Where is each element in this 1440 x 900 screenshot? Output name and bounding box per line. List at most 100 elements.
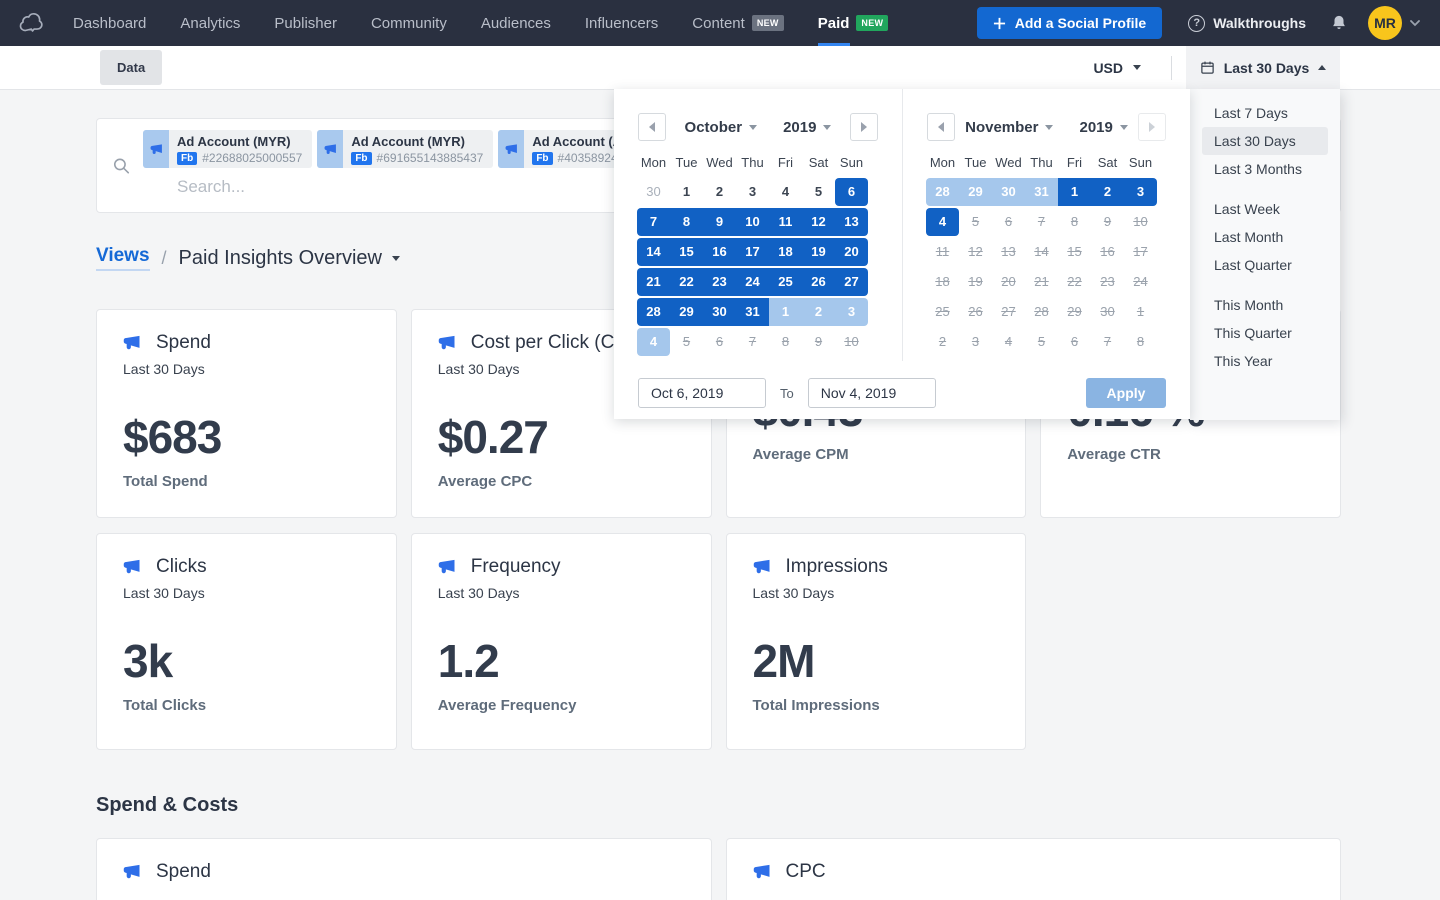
day-cell: 24 xyxy=(1124,268,1157,296)
day-cell[interactable]: 5 xyxy=(802,178,835,206)
day-cell[interactable]: 31 xyxy=(1025,178,1058,206)
app-logo-icon[interactable] xyxy=(16,7,48,39)
range-option-last-30-days[interactable]: Last 30 Days xyxy=(1202,127,1328,155)
next-month-button[interactable] xyxy=(850,113,878,141)
range-option-this-quarter[interactable]: This Quarter xyxy=(1202,319,1328,347)
range-option-last-7-days[interactable]: Last 7 Days xyxy=(1202,99,1328,127)
divider xyxy=(1171,56,1172,80)
day-cell[interactable]: 1 xyxy=(670,178,703,206)
day-cell[interactable]: 29 xyxy=(959,178,992,206)
day-cell[interactable]: 4 xyxy=(926,208,959,236)
day-cell[interactable]: 4 xyxy=(769,178,802,206)
day-cell[interactable]: 23 xyxy=(703,268,736,296)
day-cell[interactable]: 2 xyxy=(1091,178,1124,206)
end-date-input[interactable] xyxy=(808,378,936,408)
calendar-november: November2019MonTueWedThuFriSatSun2829303… xyxy=(902,89,1190,361)
nav-item-audiences[interactable]: Audiences xyxy=(481,0,551,46)
month-select[interactable]: October xyxy=(685,119,758,136)
day-cell[interactable]: 2 xyxy=(703,178,736,206)
avatar[interactable]: MR xyxy=(1368,6,1402,40)
day-cell[interactable]: 1 xyxy=(1058,178,1091,206)
nav-item-dashboard[interactable]: Dashboard xyxy=(73,0,146,46)
add-social-profile-button[interactable]: Add a Social Profile xyxy=(977,7,1162,39)
sub-toolbar: Data USD Last 30 Days xyxy=(0,46,1440,90)
day-cell[interactable]: 24 xyxy=(736,268,769,296)
search-input[interactable] xyxy=(177,177,577,197)
new-badge: NEW xyxy=(856,15,888,31)
view-title-dropdown[interactable]: Paid Insights Overview xyxy=(179,247,400,270)
walkthroughs-button[interactable]: ? Walkthroughs xyxy=(1188,15,1306,32)
day-cell[interactable]: 22 xyxy=(670,268,703,296)
nav-item-publisher[interactable]: Publisher xyxy=(274,0,337,46)
chevron-down-icon xyxy=(823,125,831,130)
year-select[interactable]: 2019 xyxy=(783,119,831,136)
day-cell[interactable]: 13 xyxy=(835,208,868,236)
day-cell[interactable]: 12 xyxy=(802,208,835,236)
day-cell[interactable]: 31 xyxy=(736,298,769,326)
account-chip[interactable]: Ad Account (MYR)Fb#22688025000557 xyxy=(143,130,312,168)
apply-button[interactable]: Apply xyxy=(1086,378,1166,408)
prev-month-button[interactable] xyxy=(638,113,666,141)
range-option-last-3-months[interactable]: Last 3 Months xyxy=(1202,155,1328,183)
month-select[interactable]: November xyxy=(965,119,1053,136)
day-cell: 28 xyxy=(1025,298,1058,326)
day-cell[interactable]: 10 xyxy=(736,208,769,236)
prev-month-button[interactable] xyxy=(927,113,955,141)
day-cell[interactable]: 29 xyxy=(670,298,703,326)
range-option-this-year[interactable]: This Year xyxy=(1202,347,1328,375)
day-cell: 25 xyxy=(926,298,959,326)
day-cell[interactable]: 19 xyxy=(802,238,835,266)
day-cell[interactable]: 28 xyxy=(637,298,670,326)
weekday-label: Tue xyxy=(670,155,703,170)
day-cell: 16 xyxy=(1091,238,1124,266)
nav-item-analytics[interactable]: Analytics xyxy=(180,0,240,46)
day-cell[interactable]: 6 xyxy=(835,178,868,206)
nav-item-influencers[interactable]: Influencers xyxy=(585,0,658,46)
day-cell[interactable]: 11 xyxy=(769,208,802,236)
day-cell[interactable]: 27 xyxy=(835,268,868,296)
day-cell[interactable]: 3 xyxy=(1124,178,1157,206)
nav-item-paid[interactable]: PaidNEW xyxy=(818,0,889,46)
day-cell[interactable]: 2 xyxy=(802,298,835,326)
currency-select[interactable]: USD xyxy=(1093,60,1141,76)
day-cell[interactable]: 30 xyxy=(703,298,736,326)
nav-item-community[interactable]: Community xyxy=(371,0,447,46)
day-cell[interactable]: 3 xyxy=(835,298,868,326)
range-option-last-month[interactable]: Last Month xyxy=(1202,223,1328,251)
range-option-this-month[interactable]: This Month xyxy=(1202,291,1328,319)
range-option-last-quarter[interactable]: Last Quarter xyxy=(1202,251,1328,279)
day-cell[interactable]: 21 xyxy=(637,268,670,296)
user-menu[interactable]: MR xyxy=(1368,6,1420,40)
range-option-last-week[interactable]: Last Week xyxy=(1202,195,1328,223)
day-cell[interactable]: 16 xyxy=(703,238,736,266)
day-cell[interactable]: 8 xyxy=(670,208,703,236)
day-cell[interactable]: 28 xyxy=(926,178,959,206)
day-cell[interactable]: 7 xyxy=(637,208,670,236)
day-cell[interactable]: 1 xyxy=(769,298,802,326)
day-cell[interactable]: 17 xyxy=(736,238,769,266)
data-tab[interactable]: Data xyxy=(100,50,162,85)
day-cell[interactable]: 30 xyxy=(637,178,670,206)
day-cell[interactable]: 14 xyxy=(637,238,670,266)
date-range-button[interactable]: Last 30 Days xyxy=(1186,46,1340,89)
day-cell[interactable]: 25 xyxy=(769,268,802,296)
day-cell[interactable]: 18 xyxy=(769,238,802,266)
weekday-label: Sun xyxy=(1124,155,1157,170)
day-cell[interactable]: 30 xyxy=(992,178,1025,206)
nav-item-label: Dashboard xyxy=(73,15,146,32)
year-select[interactable]: 2019 xyxy=(1079,119,1127,136)
views-link[interactable]: Views xyxy=(96,245,150,271)
day-cell[interactable]: 4 xyxy=(637,328,670,356)
nav-item-content[interactable]: ContentNEW xyxy=(692,0,783,46)
day-cell[interactable]: 3 xyxy=(736,178,769,206)
metric-label: Average CPM xyxy=(753,446,1000,463)
start-date-input[interactable] xyxy=(638,378,766,408)
day-cell[interactable]: 9 xyxy=(703,208,736,236)
metric-label: Total Impressions xyxy=(753,697,1000,714)
day-cell[interactable]: 15 xyxy=(670,238,703,266)
day-cell[interactable]: 20 xyxy=(835,238,868,266)
chevron-down-icon xyxy=(1120,125,1128,130)
account-chip[interactable]: Ad Account (MYR)Fb#691655143885437 xyxy=(317,130,493,168)
day-cell[interactable]: 26 xyxy=(802,268,835,296)
notifications-bell-icon[interactable] xyxy=(1330,13,1348,33)
